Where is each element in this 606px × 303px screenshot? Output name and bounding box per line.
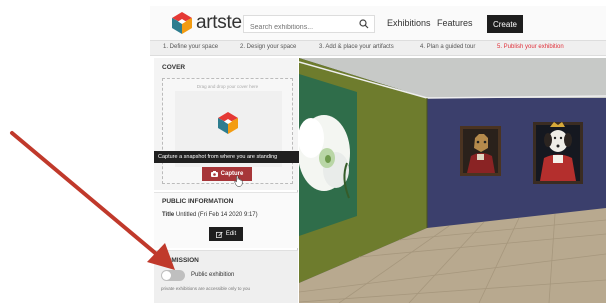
public-exhibition-toggle[interactable]	[161, 270, 185, 281]
toggle-knob	[162, 271, 171, 280]
edit-icon	[215, 231, 223, 238]
nav-exhibitions[interactable]: Exhibitions	[387, 18, 431, 28]
private-note: private exhibitions are accessible only …	[161, 286, 251, 291]
search-box[interactable]	[243, 15, 375, 36]
edit-button[interactable]: Edit	[209, 227, 243, 241]
capture-button[interactable]: Capture	[202, 167, 252, 181]
cover-logo-icon	[218, 112, 238, 134]
gallery-scene	[299, 58, 606, 303]
step-publish[interactable]: 5. Publish your exhibition	[497, 44, 564, 50]
step-define-space[interactable]: 1. Define your space	[163, 44, 218, 50]
toggle-label: Public exhibition	[191, 272, 235, 278]
admission-heading: ADMISSION	[162, 257, 199, 264]
cursor-icon	[234, 175, 243, 187]
cat-portrait-painting[interactable]	[460, 126, 501, 176]
cover-heading: COVER	[162, 64, 186, 71]
exhibition-title-line: Title Untitled (Fri Feb 14 2020 9:17)	[162, 212, 258, 218]
flower-painting[interactable]	[299, 74, 357, 236]
create-button[interactable]: Create	[487, 15, 523, 33]
capture-tooltip: Capture a snapshot from where you are st…	[154, 151, 302, 163]
title-value: Untitled (Fri Feb 14 2020 9:17)	[175, 212, 258, 218]
step-guided-tour[interactable]: 4. Plan a guided tour	[420, 44, 475, 50]
step-design-space[interactable]: 2. Design your space	[240, 44, 296, 50]
public-info-heading: PUBLIC INFORMATION	[162, 198, 234, 205]
edit-label: Edit	[225, 231, 237, 237]
top-header: artsteps Exhibitions Features Create	[150, 6, 606, 40]
logo-icon[interactable]	[170, 11, 194, 35]
drop-hint: Drag and drop your cover here	[196, 84, 259, 89]
steps-bar: 1. Define your space 2. Design your spac…	[150, 40, 606, 56]
title-label: Title	[162, 212, 175, 218]
public-info-section: PUBLIC INFORMATION Title Untitled (Fri F…	[154, 192, 298, 248]
nav-features[interactable]: Features	[437, 18, 473, 28]
admission-section: ADMISSION Public exhibition private exhi…	[154, 250, 298, 303]
search-icon[interactable]	[359, 19, 369, 29]
gallery-viewport[interactable]	[299, 58, 606, 303]
dog-portrait-painting[interactable]	[533, 122, 583, 184]
publish-panel: COVER Drag and drop your cover here Capt…	[154, 58, 302, 303]
step-add-artifacts[interactable]: 3. Add & place your artifacts	[319, 44, 394, 50]
search-input[interactable]	[244, 19, 352, 36]
camera-icon	[210, 171, 218, 177]
cover-section: COVER Drag and drop your cover here Capt…	[154, 58, 302, 190]
